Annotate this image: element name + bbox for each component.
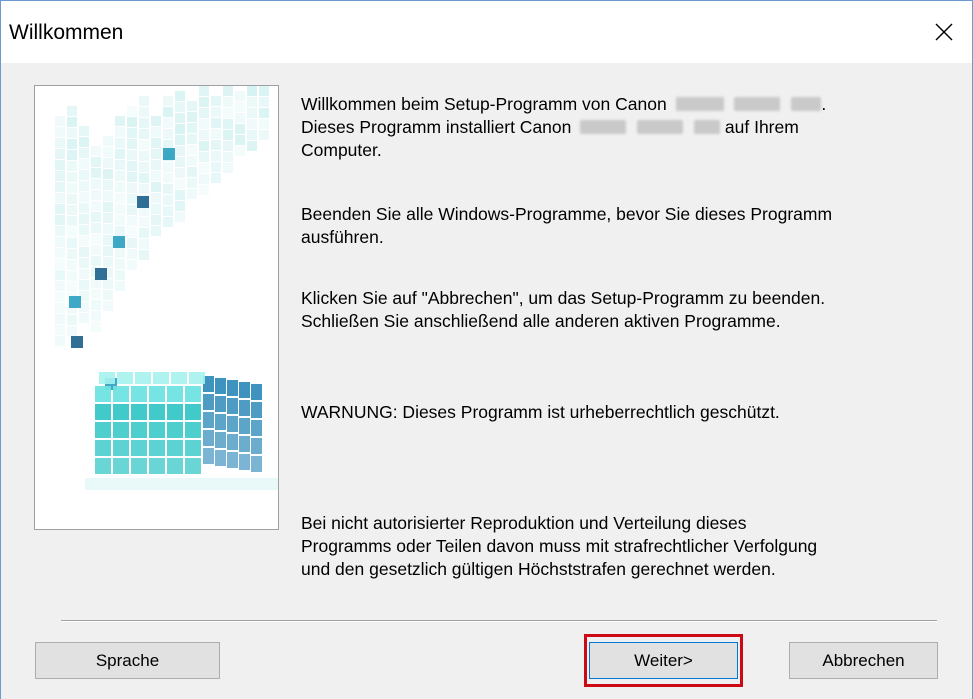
intro-paragraph: Willkommen beim Setup-Programm von Canon…: [301, 93, 951, 162]
cube-artwork: [35, 86, 278, 529]
intro-text-1-end: .: [821, 94, 826, 114]
redacted-model-name: [580, 120, 626, 134]
redacted-model-name: [676, 97, 724, 111]
close-programs-line-2: ausführen.: [301, 226, 951, 249]
setup-dialog-window: Willkommen Willkommen beim Setup-Program…: [0, 0, 973, 699]
cancel-instructions-paragraph: Klicken Sie auf "Abbrechen", um das Setu…: [301, 287, 951, 333]
redacted-model-name: [734, 97, 780, 111]
legal-line-1: Bei nicht autorisierter Reproduktion und…: [301, 512, 951, 535]
next-button[interactable]: Weiter>: [589, 642, 738, 679]
intro-text-1: Willkommen beim Setup-Programm von Canon: [301, 94, 667, 114]
legal-line-3: und den gesetzlich gültigen Höchststrafe…: [301, 558, 951, 581]
dialog-client-area: Willkommen beim Setup-Programm von Canon…: [1, 63, 972, 699]
language-button[interactable]: Sprache: [35, 642, 220, 679]
legal-line-2: Programms oder Teilen davon muss mit str…: [301, 535, 951, 558]
cancel-button[interactable]: Abbrechen: [789, 642, 938, 679]
redacted-model-name: [791, 97, 821, 111]
window-title: Willkommen: [9, 21, 123, 45]
warning-paragraph: WARNUNG: Dieses Programm ist urheberrech…: [301, 401, 951, 424]
close-programs-paragraph: Beenden Sie alle Windows-Programme, bevo…: [301, 203, 951, 249]
cancel-line-1: Klicken Sie auf "Abbrechen", um das Setu…: [301, 287, 951, 310]
cancel-line-2: Schließen Sie anschließend alle anderen …: [301, 310, 951, 333]
intro-line-1: Willkommen beim Setup-Programm von Canon…: [301, 93, 951, 116]
close-programs-line-1: Beenden Sie alle Windows-Programme, bevo…: [301, 203, 951, 226]
redacted-model-name: [637, 120, 683, 134]
intro-line-2: Dieses Programm installiert Canon auf Ih…: [301, 116, 951, 139]
intro-text-2-end: auf Ihrem: [725, 117, 799, 137]
intro-text-2: Dieses Programm installiert Canon: [301, 117, 571, 137]
title-bar: Willkommen: [1, 1, 972, 63]
setup-illustration: [34, 85, 279, 530]
button-separator: [61, 620, 937, 622]
redacted-model-name: [694, 120, 720, 134]
close-button[interactable]: [916, 1, 972, 63]
close-icon: [935, 23, 953, 41]
warning-text: WARNUNG: Dieses Programm ist urheberrech…: [301, 401, 951, 424]
legal-paragraph: Bei nicht autorisierter Reproduktion und…: [301, 512, 951, 581]
intro-line-3: Computer.: [301, 139, 951, 162]
